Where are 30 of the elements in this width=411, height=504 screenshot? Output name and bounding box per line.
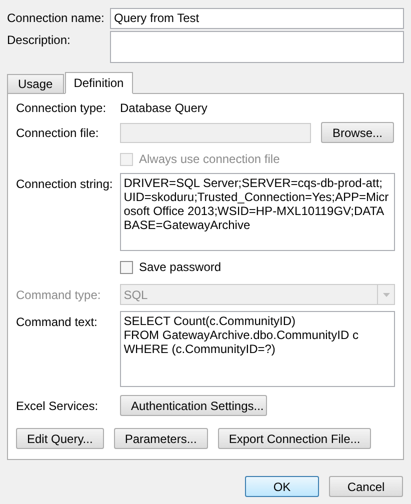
tab[interactable]: Usage — [7, 74, 64, 93]
dropdown-value: SQL — [122, 286, 148, 304]
command-text-line: WHERE (c.CommunityID=?) — [124, 342, 276, 356]
command-text-field[interactable]: SELECT Count(c.CommunityID) FROM GatewayArchive.dbo.CommunityID c WHERE (c.CommunityID=?) — [120, 311, 395, 387]
connection-type-value: Database Query — [120, 100, 208, 117]
panel-button[interactable]: Export Connection File... — [218, 428, 372, 449]
cancel-button[interactable]: Cancel — [329, 476, 403, 497]
checkbox-label: Always use connection file — [139, 151, 280, 168]
checkbox-label: Save password — [139, 259, 222, 276]
field-label: Connection string: — [16, 176, 114, 193]
description-field[interactable] — [110, 31, 404, 63]
panel-button[interactable]: Parameters... — [114, 428, 208, 449]
authentication-settings-button[interactable]: Authentication Settings... — [120, 395, 267, 416]
command-text-line: SELECT Count(c.CommunityID) — [124, 314, 297, 328]
field-label: Description: — [7, 32, 72, 49]
field-label: Excel Services: — [16, 398, 100, 414]
command-text-line: FROM GatewayArchive.dbo.CommunityID c — [124, 328, 360, 342]
field-label: Connection type: — [16, 100, 108, 117]
ok-button[interactable]: OK — [245, 476, 319, 497]
connection-string-field[interactable]: DRIVER=SQL Server;SERVER=cqs-db-prod-att;UID=skoduru;Trusted_Connection=Yes;APP=Microsoft Office 2013;WSID=HP-MXL10119GV;DATABASE=GatewayArchive — [120, 173, 395, 251]
field-label: Connection file: — [16, 124, 100, 142]
connection-name-field[interactable]: Query from Test — [110, 8, 404, 28]
field-label: Connection name: — [7, 10, 106, 27]
checkbox[interactable] — [120, 260, 133, 274]
field-label: Command text: — [16, 314, 98, 331]
field-value: Query from Test — [114, 10, 200, 27]
tab[interactable]: Definition — [64, 72, 133, 94]
caret-icon — [382, 292, 390, 296]
field-label: Command type: — [16, 286, 102, 304]
panel-button[interactable]: Edit Query... — [16, 428, 104, 449]
